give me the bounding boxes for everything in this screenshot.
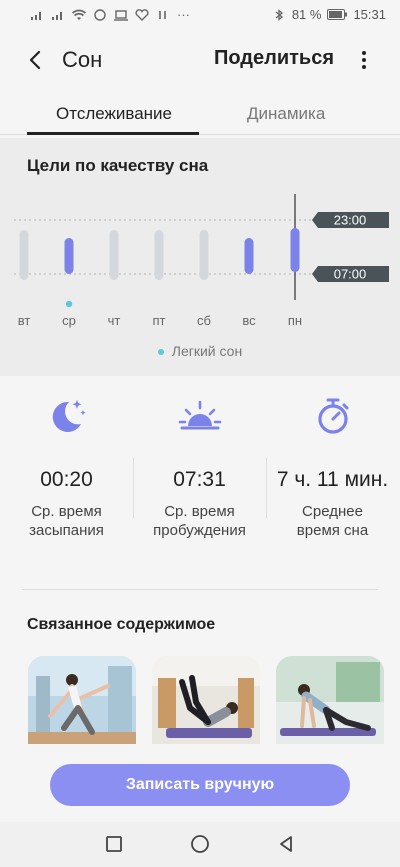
stat-label-line2: засыпания [29, 522, 104, 539]
sleep-bar-вс[interactable] [244, 238, 254, 274]
active-tab-indicator [27, 132, 199, 135]
tab-tracking[interactable]: Отслеживание [56, 104, 172, 124]
tab-bar: Отслеживание Динамика [0, 92, 400, 138]
tab-dynamics[interactable]: Динамика [247, 104, 325, 124]
status-more-dots: ··· [177, 7, 190, 22]
stat-value: 7 ч. 11 мин. [276, 468, 389, 491]
stat-label-line2: пробуждения [153, 522, 246, 539]
status-bar: ··· 81 % 15:31 [0, 0, 400, 30]
signal-2-icon [52, 11, 62, 20]
related-content: Связанное содержимое Записать вручную [0, 590, 400, 830]
sleep-stats: 00:20 Ср. время засыпания 07:31 Ср. время… [0, 376, 400, 590]
system-nav-bar [0, 822, 400, 867]
notification-icon [94, 8, 106, 21]
moon-stars-icon [52, 400, 86, 432]
heart-rate-icon [135, 8, 149, 21]
stat-label-line1: Ср. время [164, 503, 235, 520]
back-arrow-icon[interactable] [24, 48, 48, 72]
sleep-bar-пт[interactable] [154, 230, 164, 280]
sleep-bar-вт[interactable] [19, 230, 29, 280]
sleep-bar-сб[interactable] [199, 230, 209, 280]
chart-legend: Легкий сон [0, 343, 400, 359]
page-title: Сон [62, 47, 103, 72]
day-tick-label: пн [288, 313, 302, 328]
sleep-bar-пн[interactable] [290, 228, 300, 272]
stat-wake-up: 07:31 Ср. время пробуждения [133, 396, 266, 540]
legend-light-sleep: Легкий сон [171, 343, 243, 359]
stopwatch-icon [317, 398, 348, 434]
stat-value: 00:20 [40, 468, 93, 491]
stat-label-line1: Ср. время [31, 503, 102, 520]
stat-label-line2: время сна [296, 522, 369, 539]
wifi-icon [72, 9, 86, 20]
back-triangle-icon[interactable] [276, 834, 296, 854]
signal-icon [31, 11, 41, 20]
stat-label-line1: Среднее [302, 503, 363, 520]
wake-label: 07:00 [334, 267, 367, 282]
stat-duration: 7 ч. 11 мин. Среднее время сна [266, 396, 399, 540]
battery-percent: 81 % [291, 7, 322, 22]
light-sleep-legend-dot [157, 349, 164, 356]
bedtime-label: 23:00 [334, 213, 367, 228]
sunrise-icon [178, 400, 221, 430]
related-video-thumb-abs[interactable] [152, 656, 260, 744]
stretch-workout-image [276, 656, 384, 744]
day-tick-label: вт [18, 313, 31, 328]
sleep-goals-card: Цели по качеству сна вт ср чт пт сб вс пн 23:0… [0, 138, 400, 376]
abs-workout-image [152, 656, 260, 744]
related-video-thumb-stretch[interactable] [276, 656, 384, 744]
battery-icon [327, 9, 348, 20]
related-content-title: Связанное содержимое [27, 616, 216, 633]
sleep-bar-ср[interactable] [64, 238, 74, 274]
stat-fall-asleep: 00:20 Ср. время засыпания [0, 396, 133, 540]
clock: 15:31 [353, 7, 386, 22]
yoga-pose-image [28, 656, 136, 744]
sleep-bar-чт[interactable] [109, 230, 119, 280]
day-tick-label: ср [62, 313, 76, 328]
day-tick-label: пт [153, 313, 166, 328]
day-tick-label: вс [242, 313, 256, 328]
more-options-icon[interactable] [356, 50, 372, 70]
pause-icon [159, 10, 166, 19]
day-tick-label: чт [108, 313, 121, 328]
share-button[interactable]: Поделиться [214, 47, 334, 70]
app-bar: Сон Поделиться [0, 30, 400, 90]
home-circle-icon[interactable] [190, 834, 210, 854]
day-tick-label: сб [197, 313, 211, 328]
record-manually-button[interactable]: Записать вручную [50, 764, 350, 806]
bluetooth-icon [275, 8, 283, 21]
recents-square-icon[interactable] [104, 834, 124, 854]
related-video-thumb-yoga[interactable] [28, 656, 136, 744]
stat-value: 07:31 [173, 468, 226, 491]
laptop-icon [114, 9, 128, 21]
light-sleep-marker [65, 300, 73, 308]
sleep-goals-title: Цели по качеству сна [27, 156, 209, 175]
